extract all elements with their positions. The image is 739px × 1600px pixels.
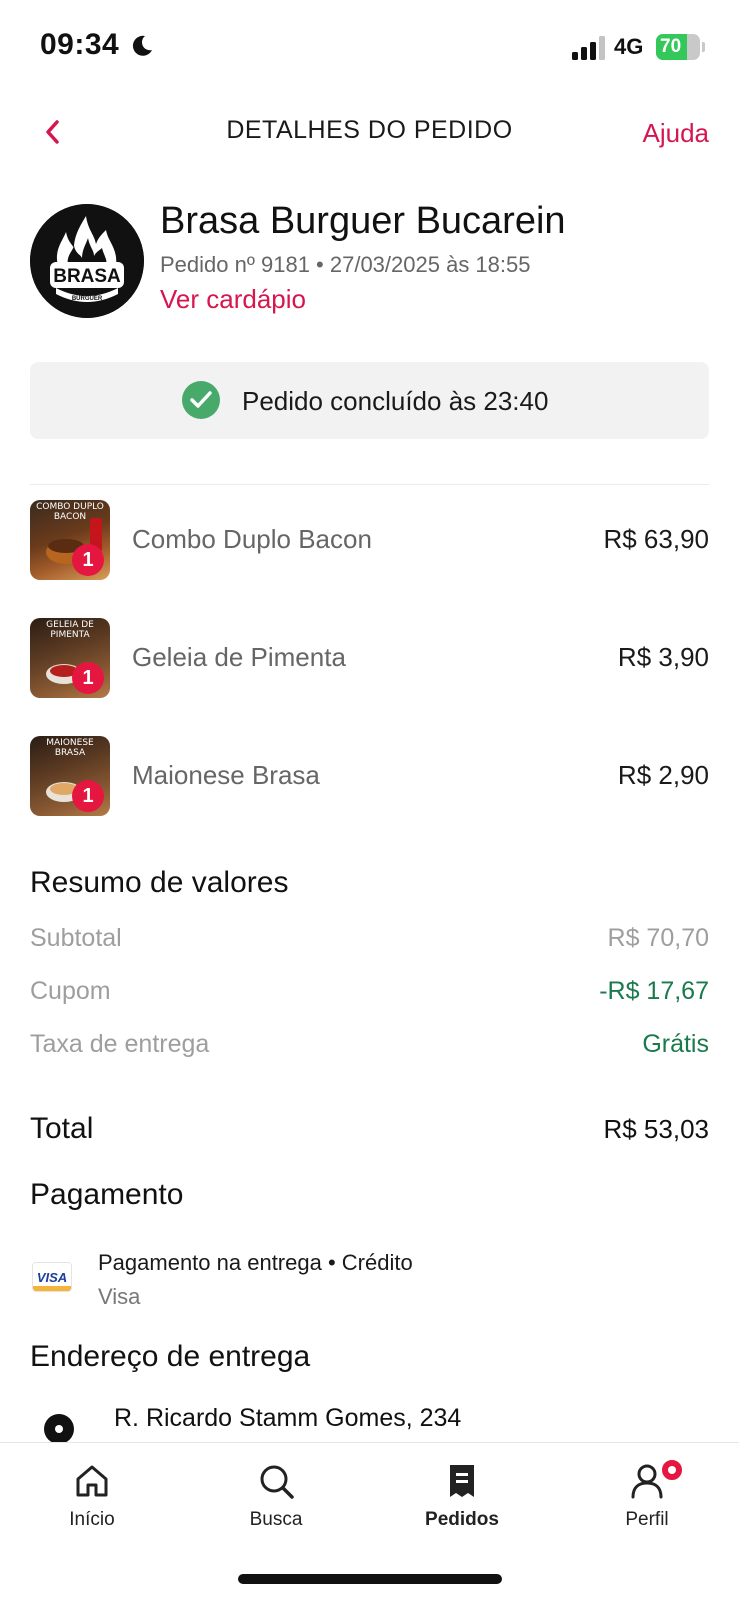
signal-icon [572,36,605,60]
summary-title: Resumo de valores [30,866,289,899]
tab-home[interactable]: Início [0,1443,184,1543]
item-name: Maionese Brasa [132,760,320,790]
item-image-caption: MAIONESE BRASA [46,738,94,758]
tab-label: Pedidos [425,1509,499,1530]
list-item[interactable]: COMBO DUPLO BACON 1 Combo Duplo Bacon R$… [30,500,709,618]
item-image: COMBO DUPLO BACON 1 [30,500,110,580]
svg-text:BRASA: BRASA [53,266,121,287]
address-line: R. Ricardo Stamm Gomes, 234 [114,1404,462,1432]
order-items-list: COMBO DUPLO BACON 1 Combo Duplo Bacon R$… [30,500,709,854]
total-label: Total [30,1112,94,1145]
tab-label: Início [69,1509,115,1530]
status-time: 09:34 [40,28,120,61]
item-name: Combo Duplo Bacon [132,524,372,554]
coupon-label: Cupom [30,977,111,1005]
view-menu-link[interactable]: Ver cardápio [160,284,306,315]
subtotal-label: Subtotal [30,924,122,952]
location-pin-icon [44,1414,74,1444]
tab-label: Busca [249,1509,303,1530]
battery-percent: 70 [660,36,682,57]
payment-title: Pagamento [30,1178,184,1211]
nav-header: DETALHES DO PEDIDO Ajuda [0,100,739,164]
list-item[interactable]: GELEIA DE PIMENTA 1 Geleia de Pimenta R$… [30,618,709,736]
home-indicator [238,1574,502,1584]
coupon-value: -R$ 17,67 [599,977,709,1005]
tab-label: Perfil [625,1509,669,1530]
item-image: MAIONESE BRASA 1 [30,736,110,816]
visa-card-icon: VISA [32,1262,72,1292]
total-value: R$ 53,03 [603,1114,709,1144]
notification-badge [659,1457,685,1483]
order-status-card: Pedido concluído às 23:40 [30,362,709,439]
page-title: DETALHES DO PEDIDO [226,116,513,144]
moon-icon [132,35,152,56]
item-image-caption: GELEIA DE PIMENTA [46,620,94,640]
home-icon [76,1465,108,1497]
item-price: R$ 3,90 [617,642,709,672]
delivery-fee-value: Grátis [642,1030,709,1058]
store-logo[interactable]: BRASA BURGUER [30,204,144,318]
quantity-badge: 1 [72,662,104,694]
order-status-text: Pedido concluído às 23:40 [242,386,549,416]
item-price: R$ 63,90 [603,524,709,554]
store-name: Brasa Burguer Bucarein [160,200,566,242]
payment-method: Pagamento na entrega • Crédito [98,1250,413,1275]
item-image-caption: COMBO DUPLO BACON [36,502,104,522]
battery-icon: 70 [656,34,705,60]
status-bar: 09:34 4G 70 [0,0,739,92]
item-price: R$ 2,90 [617,760,709,790]
store-info: BRASA BURGUER Brasa Burguer Bucarein Ped… [30,200,710,320]
order-meta: Pedido nº 9181 • 27/03/2025 às 18:55 [160,252,531,277]
list-item[interactable]: MAIONESE BRASA 1 Maionese Brasa R$ 2,90 [30,736,709,854]
network-label: 4G [614,34,644,59]
quantity-badge: 1 [72,544,104,576]
tab-orders[interactable]: Pedidos [370,1443,554,1543]
help-button[interactable]: Ajuda [643,118,710,149]
orders-icon [450,1465,474,1497]
item-name: Geleia de Pimenta [132,642,346,672]
flame-logo-icon: BRASA BURGUER [30,204,144,318]
delivery-fee-label: Taxa de entrega [30,1030,210,1058]
check-circle-icon [182,381,220,419]
card-brand-logo: VISA [36,1270,68,1285]
payment-brand: Visa [98,1284,141,1309]
subtotal-value: R$ 70,70 [607,924,709,952]
tab-profile[interactable]: Perfil [555,1443,739,1543]
address-title: Endereço de entrega [30,1340,311,1373]
tab-search[interactable]: Busca [184,1443,368,1543]
svg-text:BURGUER: BURGUER [72,296,103,302]
item-image: GELEIA DE PIMENTA 1 [30,618,110,698]
quantity-badge: 1 [72,780,104,812]
divider [30,484,709,485]
search-icon [260,1465,294,1499]
